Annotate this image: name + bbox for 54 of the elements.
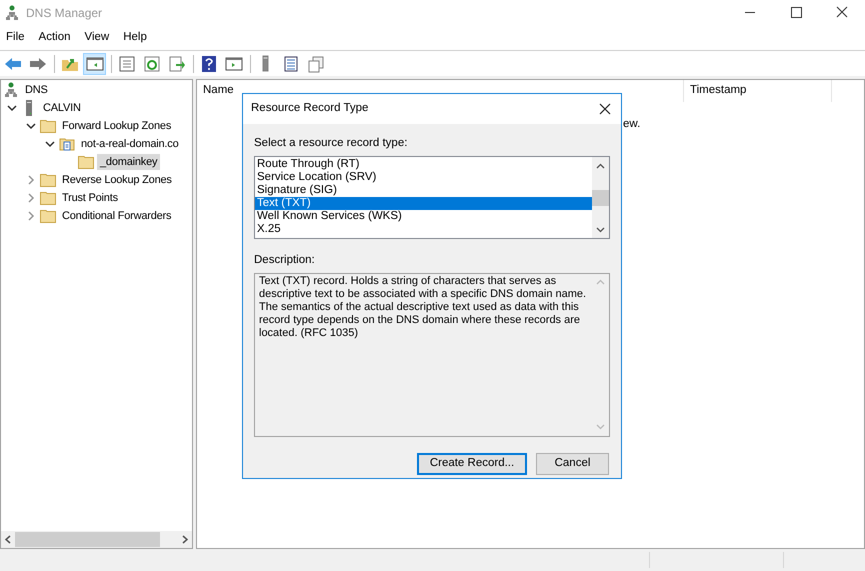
refresh-icon — [142, 54, 160, 72]
tree-item[interactable]: Conditional Forwarders — [59, 208, 174, 224]
list-item[interactable]: Service Location (SRV) — [255, 171, 592, 184]
scroll-up-icon[interactable] — [596, 162, 605, 169]
tree-item[interactable]: _domainkey — [97, 154, 160, 170]
server-icon — [262, 55, 269, 72]
list-item[interactable]: X.25 — [255, 223, 592, 236]
dns-icon — [3, 82, 19, 98]
tree-item[interactable]: Reverse Lookup Zones — [59, 172, 175, 188]
pane-icon — [224, 54, 242, 72]
menu-item[interactable]: File — [1, 26, 30, 48]
tree-item[interactable]: CALVIN — [40, 100, 84, 116]
create-record-button[interactable]: Create Record... — [417, 452, 527, 474]
folder-icon — [78, 155, 94, 169]
tree-item[interactable]: Forward Lookup Zones — [59, 118, 174, 134]
help-icon — [200, 54, 218, 72]
properties-icon — [118, 54, 136, 72]
folder-icon — [40, 191, 56, 205]
window-title: DNS Manager — [26, 4, 102, 22]
folder-icon — [40, 119, 56, 133]
dns-icon — [4, 4, 20, 20]
export-list-icon — [168, 54, 186, 72]
list-icon — [282, 54, 300, 72]
cancel-button[interactable]: Cancel — [536, 452, 609, 474]
zone-icon — [59, 136, 75, 152]
folder-icon — [40, 209, 56, 223]
list-item[interactable]: Route Through (RT) — [255, 158, 592, 172]
pane-icon — [86, 54, 104, 72]
tree-item[interactable]: not-a-real-domain.co — [78, 136, 182, 152]
copy-icon — [306, 54, 324, 72]
scroll-up-icon — [596, 279, 605, 285]
dialog-title: Resource Record Type — [251, 101, 368, 116]
menu-item[interactable]: View — [80, 26, 114, 48]
description-label: Description: — [254, 253, 316, 268]
list-item[interactable]: Signature (SIG) — [255, 184, 592, 198]
menu-item[interactable]: Help — [118, 26, 152, 48]
record-type-list[interactable]: Route Through (RT) Service Location (SRV) Signature (SIG) Text (TXT) Well Known Services (WKS) X.25 — [254, 156, 610, 240]
list-label: Select a resource record type: — [254, 136, 408, 151]
column-header[interactable]: Name — [203, 82, 234, 100]
menu-item[interactable]: Action — [34, 26, 76, 48]
column-header[interactable]: Timestamp — [690, 82, 746, 100]
scroll-down-icon — [596, 424, 605, 430]
scroll-down-icon[interactable] — [596, 226, 605, 233]
description-text: Text (TXT) record. Holds a string of characters that serves as descriptive text to be associated with a specific DNS domain name. The semantics of the actual descriptive text used as data with this record type depends on the DNS domain where these records are located. (RFC 1035) — [258, 274, 588, 340]
tree-item[interactable]: Trust Points — [59, 190, 121, 206]
horizontal-scrollbar[interactable] — [1, 531, 192, 548]
tree-item[interactable]: DNS — [22, 82, 51, 98]
empty-message: ew. — [623, 117, 640, 132]
close-icon[interactable] — [599, 103, 611, 115]
folder-icon — [40, 173, 56, 187]
toolbar-button[interactable] — [83, 52, 106, 74]
list-item[interactable]: Well Known Services (WKS) — [255, 210, 592, 224]
list-item[interactable]: Text (TXT) — [255, 197, 592, 210]
scrollbar-thumb[interactable] — [592, 190, 609, 206]
